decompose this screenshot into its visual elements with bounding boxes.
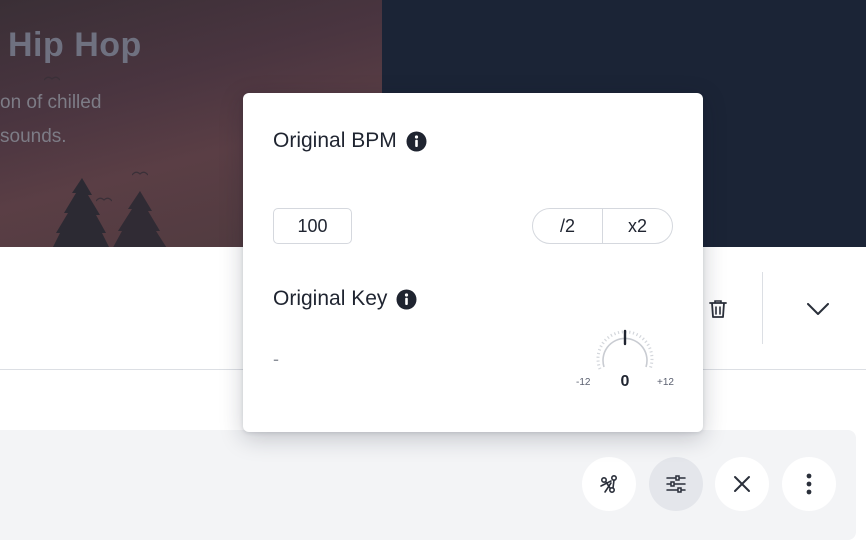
bpm-input[interactable]: 100 [273, 208, 352, 244]
pitch-tempo-settings-button[interactable] [649, 457, 703, 511]
sliders-icon [666, 475, 686, 493]
double-bpm-button[interactable]: x2 [602, 209, 672, 243]
stems-button[interactable] [582, 457, 636, 511]
more-options-button[interactable] [782, 457, 836, 511]
pitch-tempo-popover: Original BPM 100 /2 x2 Original Key - -1… [243, 93, 703, 432]
info-icon[interactable] [406, 131, 427, 152]
tree-silhouette-icon [53, 178, 167, 247]
vertical-divider [762, 272, 763, 344]
knob-min-label: -12 [576, 377, 591, 388]
hero-description-line: sounds. [0, 126, 67, 147]
info-icon[interactable] [396, 289, 417, 310]
bpm-multiplier-group: /2 x2 [532, 208, 673, 244]
bpm-heading: Original BPM [273, 129, 427, 153]
key-heading: Original Key [273, 287, 417, 311]
trash-icon [709, 300, 727, 318]
knob-max-label: +12 [657, 377, 674, 388]
half-bpm-button[interactable]: /2 [533, 209, 602, 243]
bpm-title: Original BPM [273, 129, 397, 152]
more-vertical-icon [806, 473, 812, 495]
hero-description: on of chilled sounds. [0, 86, 101, 154]
delete-button[interactable] [705, 296, 731, 322]
bird-icon [132, 171, 148, 176]
knob-value: 0 [620, 373, 630, 390]
hero-description-line: on of chilled [0, 92, 102, 113]
knob-dial-icon [596, 329, 654, 370]
bird-icon [96, 197, 112, 202]
close-button[interactable] [715, 457, 769, 511]
close-icon [734, 476, 750, 492]
expand-button[interactable] [802, 294, 834, 324]
stems-icon [600, 474, 618, 494]
key-value: - [273, 349, 279, 369]
bird-icon [44, 76, 60, 81]
key-title: Original Key [273, 287, 388, 310]
hero-title: Hip Hop [8, 26, 142, 64]
chevron-down-icon [807, 303, 829, 315]
pitch-knob[interactable]: -12 0 +12 [573, 327, 677, 393]
